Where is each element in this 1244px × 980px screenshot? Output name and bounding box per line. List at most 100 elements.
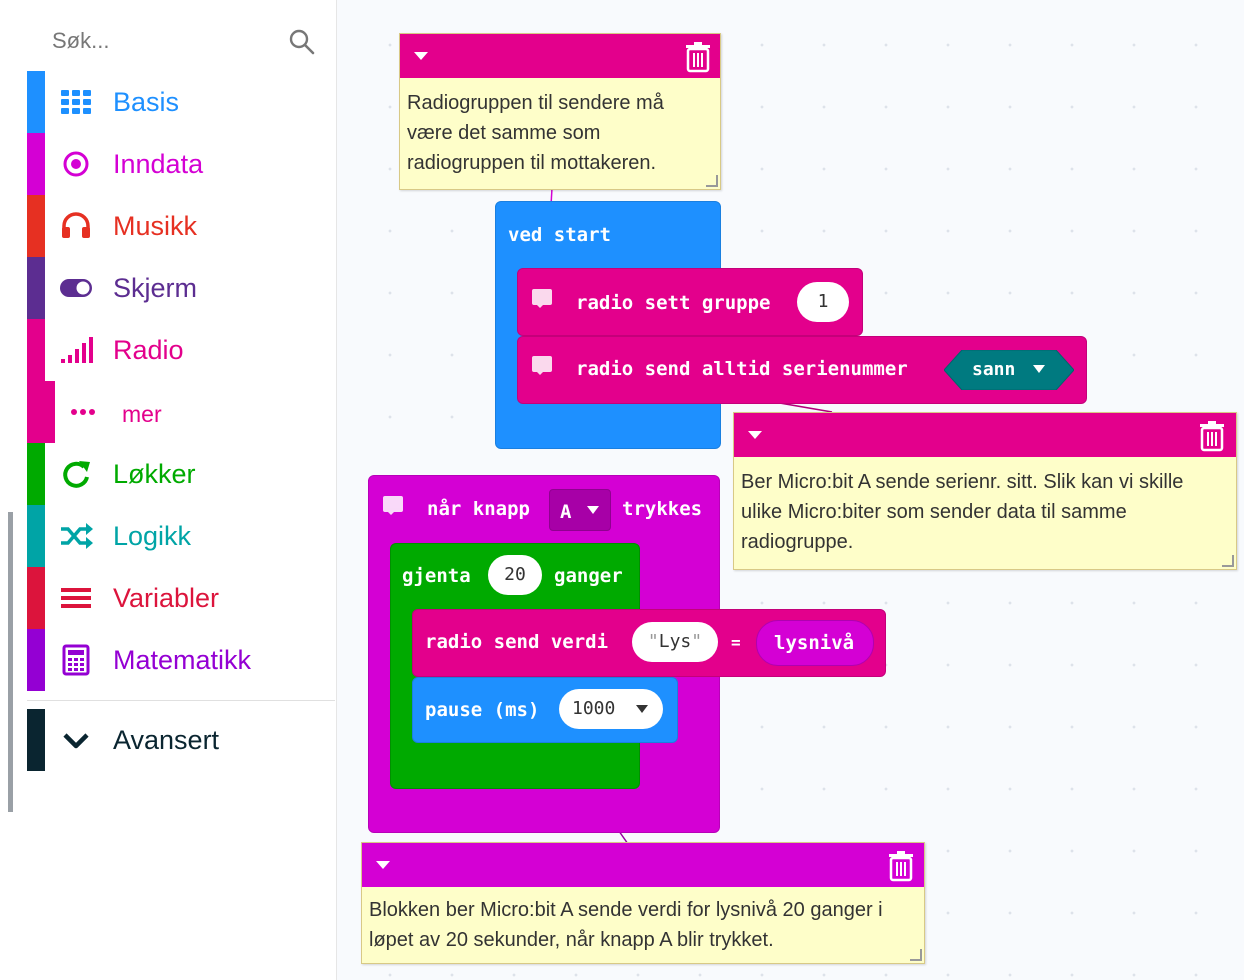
- category-avansert[interactable]: Avansert: [27, 709, 333, 771]
- category-color-strip: [27, 505, 45, 567]
- radio-send-serial-block[interactable]: radio send alltid serienummer sann: [517, 336, 1087, 404]
- shuffle-icon: [61, 523, 93, 549]
- comment-icon[interactable]: [383, 496, 403, 515]
- on-button-suffix: trykkes: [622, 498, 703, 520]
- comment-resize-handle[interactable]: [1222, 555, 1234, 567]
- target-icon: [63, 151, 89, 177]
- category-color-strip: [27, 381, 55, 443]
- more-dots-icon: [71, 409, 95, 415]
- category-label: mer: [122, 401, 162, 427]
- search-input[interactable]: Søk...: [52, 28, 109, 54]
- category-radio[interactable]: Radio: [27, 319, 333, 381]
- on-button-prefix: når knapp: [427, 498, 530, 520]
- block-workspace[interactable]: ved start radio sett gruppe 1 radio send…: [337, 0, 1244, 980]
- category-color-strip: [27, 443, 45, 505]
- collapse-comment-toggle-icon[interactable]: [376, 861, 390, 869]
- comment-header[interactable]: [734, 413, 1236, 457]
- category-color-strip: [27, 195, 45, 257]
- dropdown-caret-icon: [1033, 365, 1045, 373]
- category-color-strip: [27, 709, 45, 771]
- category-color-strip: [27, 567, 45, 629]
- button-selector-dropdown[interactable]: A: [549, 489, 611, 531]
- workspace-comment[interactable]: Blokken ber Micro:bit A sende verdi for …: [361, 842, 925, 964]
- calculator-icon: [62, 644, 90, 676]
- comment-text[interactable]: Radiogruppen til sendere må være det sam…: [407, 88, 713, 178]
- dropdown-caret-icon: [587, 506, 599, 514]
- category-variabler[interactable]: Variabler: [27, 567, 333, 629]
- toolbox-sidebar: Søk... Basis Inndata Musikk Skjerm Radio…: [0, 0, 337, 980]
- collapse-comment-toggle-icon[interactable]: [748, 431, 762, 439]
- delete-comment-trash-icon[interactable]: [1198, 420, 1226, 452]
- equals-sign: =: [731, 633, 741, 652]
- pause-duration-value: 1000: [572, 698, 616, 719]
- pause-duration-dropdown[interactable]: 1000: [559, 689, 663, 729]
- workspace-comment[interactable]: Radiogruppen til sendere må være det sam…: [399, 33, 721, 190]
- category-color-strip: [27, 257, 45, 319]
- radio-send-value-label: radio send verdi: [425, 631, 609, 653]
- grid-icon: [61, 90, 91, 114]
- sidebar-resize-handle[interactable]: [8, 512, 13, 812]
- search-box[interactable]: Søk...: [30, 14, 330, 66]
- category-basis[interactable]: Basis: [27, 71, 333, 133]
- light-level-reporter[interactable]: lysnivå: [756, 620, 874, 666]
- window-edge: [0, 0, 10, 980]
- category-color-strip: [27, 319, 45, 381]
- category-musikk[interactable]: Musikk: [27, 195, 333, 257]
- toggle-icon: [60, 279, 92, 297]
- button-selector-value: A: [560, 501, 572, 523]
- category-label: Radio: [113, 335, 184, 365]
- delete-comment-trash-icon[interactable]: [684, 41, 712, 73]
- pause-block[interactable]: pause (ms) 1000: [412, 677, 678, 743]
- category-color-strip: [27, 629, 45, 691]
- light-level-label: lysnivå: [774, 632, 855, 654]
- category-label: Logikk: [113, 521, 192, 551]
- category-label: Løkker: [113, 459, 196, 489]
- collapse-comment-toggle-icon[interactable]: [414, 52, 428, 60]
- radio-set-group-label: radio sett gruppe: [576, 292, 771, 314]
- headphones-icon: [62, 212, 90, 238]
- comment-resize-handle[interactable]: [910, 949, 922, 961]
- value-name-field[interactable]: "Lys": [632, 622, 718, 662]
- category-label: Avansert: [113, 725, 220, 755]
- comment-icon[interactable]: [532, 289, 552, 308]
- category-label: Skjerm: [113, 273, 198, 303]
- signal-bars-icon: [61, 337, 93, 363]
- comment-resize-handle[interactable]: [706, 175, 718, 187]
- comment-text[interactable]: Blokken ber Micro:bit A sende verdi for …: [369, 895, 917, 955]
- radio-set-group-block[interactable]: radio sett gruppe 1: [517, 268, 863, 336]
- lines-icon: [61, 588, 91, 608]
- category-inndata[interactable]: Inndata: [27, 133, 333, 195]
- comment-icon[interactable]: [532, 356, 552, 375]
- radio-send-value-block[interactable]: radio send verdi "Lys" = lysnivå: [412, 609, 886, 677]
- category-skjerm[interactable]: Skjerm: [27, 257, 333, 319]
- comment-text[interactable]: Ber Micro:bit A sende serienr. sitt. Sli…: [741, 467, 1229, 557]
- on-start-label: ved start: [508, 224, 611, 246]
- dropdown-caret-icon: [636, 705, 648, 713]
- chevron-down-icon: [63, 733, 89, 749]
- category-matematikk[interactable]: Matematikk: [27, 629, 333, 691]
- repeat-suffix: ganger: [554, 565, 623, 587]
- category-logikk[interactable]: Logikk: [27, 505, 333, 567]
- repeat-count-field[interactable]: 20: [488, 555, 542, 595]
- category-label: Matematikk: [113, 645, 252, 675]
- comment-header[interactable]: [362, 843, 924, 887]
- category-lokker[interactable]: Løkker: [27, 443, 333, 505]
- boolean-dropdown-value[interactable]: sann: [972, 359, 1015, 380]
- category-label: Inndata: [113, 149, 204, 179]
- category-color-strip: [27, 71, 45, 133]
- delete-comment-trash-icon[interactable]: [887, 850, 915, 882]
- pause-label: pause (ms): [425, 699, 540, 721]
- category-label: Musikk: [113, 211, 198, 241]
- workspace-comment[interactable]: Ber Micro:bit A sende serienr. sitt. Sli…: [733, 412, 1237, 570]
- category-label: Basis: [113, 87, 180, 117]
- category-radio-mer[interactable]: mer: [27, 381, 333, 443]
- category-color-strip: [27, 133, 45, 195]
- comment-header[interactable]: [400, 34, 720, 78]
- repeat-prefix: gjenta: [402, 565, 471, 587]
- loop-icon: [63, 461, 90, 488]
- category-label: Variabler: [113, 583, 220, 613]
- value-name-text: Lys: [658, 631, 692, 652]
- radio-send-serial-label: radio send alltid serienummer: [576, 358, 908, 380]
- group-number-field[interactable]: 1: [797, 282, 849, 322]
- search-icon[interactable]: [288, 28, 316, 56]
